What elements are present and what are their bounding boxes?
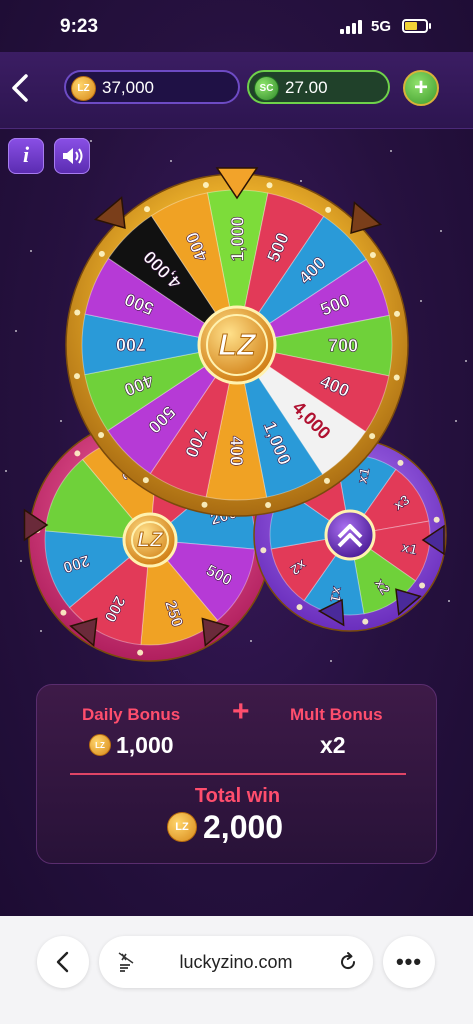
address-bar[interactable]: luckyzino.com (99, 936, 373, 988)
mult-bonus-value: x2 (320, 732, 346, 758)
bonus-panel: Daily Bonus + Mult Bonus LZ 1,000 x2 Tot… (36, 684, 437, 864)
prize-wheels: 350250200500250200200LZ x1x3x1x2x1x2 1,0… (23, 167, 447, 662)
wheel-segment-label: 400 (226, 436, 246, 466)
lz-logo: LZ (218, 328, 257, 362)
wheel-segment-label: 1,000 (227, 216, 247, 261)
total-win-value: LZ 2,000 (167, 809, 283, 845)
chevron-left-icon (56, 951, 69, 973)
wheel-segment-label: 700 (328, 335, 358, 355)
browser-toolbar: luckyzino.com ••• (0, 916, 473, 1024)
lz-coin-icon: LZ (89, 734, 111, 756)
plus-sign: + (232, 695, 250, 728)
app-screen: 9:23 5G LZ 37,000 SC 27.00 + i 200 500 2… (0, 0, 473, 916)
browser-back-button[interactable] (37, 936, 89, 988)
lz-coin-icon: LZ (167, 812, 197, 842)
more-options-button[interactable]: ••• (383, 936, 435, 988)
daily-bonus-label: Daily Bonus (82, 705, 181, 724)
lz-logo: LZ (137, 529, 164, 552)
daily-bonus-amount: 1,000 (116, 731, 174, 758)
divider (70, 773, 406, 775)
reload-icon[interactable] (337, 951, 359, 973)
total-win-label: Total win (194, 785, 281, 807)
daily-bonus-value: LZ 1,000 (89, 731, 174, 759)
url-text[interactable]: luckyzino.com (99, 952, 373, 973)
total-win-amount: 2,000 (203, 808, 284, 845)
wheel-segment-label: 700 (116, 334, 146, 354)
mult-bonus-label: Mult Bonus (290, 705, 383, 724)
